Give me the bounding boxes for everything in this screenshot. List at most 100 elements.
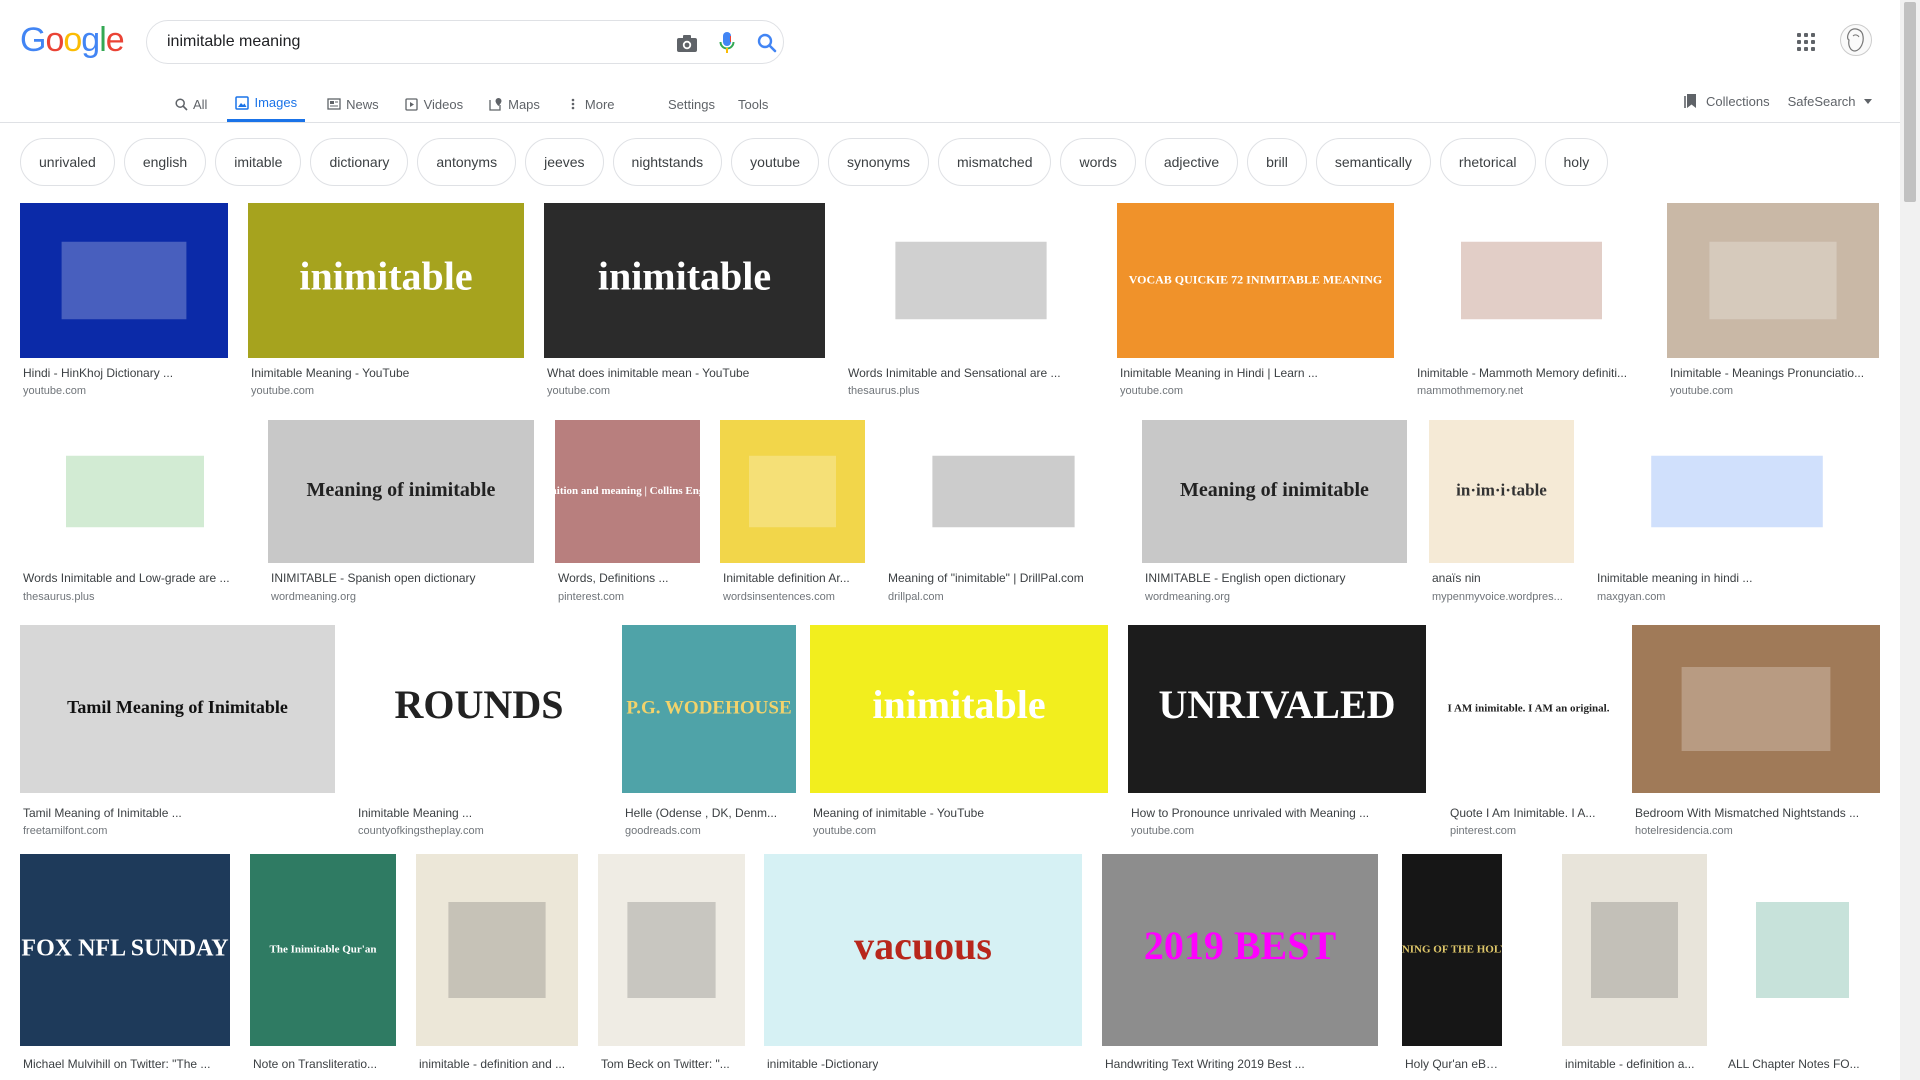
result-caption[interactable]: inimitable - definition a...	[1565, 1057, 1694, 1071]
result-source[interactable]: wordmeaning.org	[1145, 591, 1230, 603]
result-thumbnail[interactable]: inimitable	[248, 203, 524, 358]
result-caption[interactable]: Hindi - HinKhoj Dictionary ...	[23, 366, 173, 380]
chip-words[interactable]: words	[1060, 138, 1136, 186]
safesearch-dropdown[interactable]: SafeSearch	[1788, 94, 1872, 109]
result-thumbnail[interactable]: 2019 BEST	[1102, 854, 1378, 1046]
result-thumbnail[interactable]	[720, 420, 865, 563]
result-caption[interactable]: Handwriting Text Writing 2019 Best ...	[1105, 1057, 1305, 1071]
result-caption[interactable]: Holy Qur'an eBook by ...	[1405, 1057, 1501, 1071]
result-source[interactable]: wordmeaning.org	[271, 591, 356, 603]
chip-synonyms[interactable]: synonyms	[827, 138, 930, 186]
result-source[interactable]: mypenmyvoice.wordpres...	[1432, 591, 1563, 603]
result-caption[interactable]: Inimitable Meaning - YouTube	[251, 366, 409, 380]
result-thumbnail[interactable]	[1667, 203, 1879, 358]
result-thumbnail[interactable]: The Inimitable Qur'an	[250, 854, 396, 1046]
chip-holy[interactable]: holy	[1544, 138, 1609, 186]
result-caption[interactable]: Bedroom With Mismatched Nightstands ...	[1635, 806, 1859, 820]
result-caption[interactable]: Inimitable - Mammoth Memory definiti...	[1417, 366, 1627, 380]
result-thumbnail[interactable]: Meaning of inimitable	[268, 420, 534, 563]
result-caption[interactable]: INIMITABLE - English open dictionary	[1145, 571, 1346, 585]
chip-mismatched[interactable]: mismatched	[938, 138, 1052, 186]
result-caption[interactable]: INIMITABLE - Spanish open dictionary	[271, 571, 476, 585]
scrollbar-thumb[interactable]	[1904, 2, 1916, 202]
result-caption[interactable]: Tamil Meaning of Inimitable ...	[23, 806, 182, 820]
result-source[interactable]: youtube.com	[547, 385, 610, 397]
search-input[interactable]: inimitable meaning	[167, 33, 300, 51]
result-thumbnail[interactable]	[20, 203, 228, 358]
result-caption[interactable]: Inimitable definition Ar...	[723, 571, 850, 585]
result-thumbnail[interactable]: Meaning of inimitable	[1142, 420, 1407, 563]
result-thumbnail[interactable]	[1562, 854, 1707, 1046]
result-thumbnail[interactable]	[1632, 625, 1880, 793]
camera-icon[interactable]	[675, 31, 699, 55]
result-source[interactable]: pinterest.com	[558, 591, 624, 603]
chip-english[interactable]: english	[123, 138, 207, 186]
apps-grid-icon[interactable]	[1794, 30, 1818, 54]
result-source[interactable]: hotelresidencia.com	[1635, 825, 1733, 837]
result-source[interactable]: thesaurus.plus	[23, 591, 95, 603]
result-caption[interactable]: inimitable -Dictionary	[767, 1057, 878, 1071]
result-caption[interactable]: Meaning of "inimitable" | DrillPal.com	[888, 571, 1084, 585]
result-caption[interactable]: Inimitable Meaning ...	[358, 806, 472, 820]
settings-link[interactable]: Settings	[668, 97, 715, 112]
result-caption[interactable]: inimitable - definition and ...	[419, 1057, 565, 1071]
tools-link[interactable]: Tools	[738, 97, 768, 112]
result-caption[interactable]: Inimitable meaning in hindi ...	[1597, 571, 1752, 585]
result-source[interactable]: youtube.com	[23, 385, 86, 397]
result-source[interactable]: drillpal.com	[888, 591, 944, 603]
chip-rhetorical[interactable]: rhetorical	[1439, 138, 1536, 186]
result-thumbnail[interactable]: UNRIVALED	[1128, 625, 1426, 793]
chip-semantically[interactable]: semantically	[1315, 138, 1431, 186]
result-caption[interactable]: Quote I Am Inimitable. I A...	[1450, 806, 1595, 820]
result-caption[interactable]: Words Inimitable and Low-grade are ...	[23, 571, 230, 585]
page-scrollbar[interactable]	[1900, 0, 1920, 1080]
result-thumbnail[interactable]: I AM inimitable. I AM an original.	[1447, 625, 1610, 793]
tab-maps[interactable]: Maps	[481, 86, 548, 122]
result-thumbnail[interactable]: FOX NFL SUNDAY	[20, 854, 230, 1046]
chip-nightstands[interactable]: nightstands	[612, 138, 723, 186]
tab-images[interactable]: Images	[227, 86, 306, 122]
chip-antonyms[interactable]: antonyms	[417, 138, 517, 186]
result-thumbnail[interactable]: P.G. WODEHOUSE	[622, 625, 796, 793]
result-thumbnail[interactable]: in·im·i·table	[1429, 420, 1574, 563]
search-icon[interactable]	[755, 31, 779, 55]
tab-news[interactable]: News	[319, 86, 387, 122]
result-thumbnail[interactable]	[598, 854, 745, 1046]
result-thumbnail[interactable]	[1414, 203, 1649, 358]
result-thumbnail[interactable]: THE MEANING OF THE HOLY QUR'AN	[1402, 854, 1502, 1046]
result-caption[interactable]: ALL Chapter Notes FO...	[1728, 1057, 1860, 1071]
chip-brill[interactable]: brill	[1247, 138, 1307, 186]
result-thumbnail[interactable]	[20, 420, 250, 563]
result-caption[interactable]: Meaning of inimitable - YouTube	[813, 806, 984, 820]
result-thumbnail[interactable]	[1594, 420, 1880, 563]
result-thumbnail[interactable]: VOCAB QUICKIE 72 INIMITABLE MEANING	[1117, 203, 1394, 358]
result-caption[interactable]: What does inimitable mean - YouTube	[547, 366, 749, 380]
chip-youtube[interactable]: youtube	[731, 138, 819, 186]
chip-adjective[interactable]: adjective	[1144, 138, 1239, 186]
result-source[interactable]: mammothmemory.net	[1417, 385, 1523, 397]
result-source[interactable]: wordsinsentences.com	[723, 591, 835, 603]
result-caption[interactable]: Michael Mulvihill on Twitter: "The ...	[23, 1057, 210, 1071]
result-source[interactable]: countyofkingstheplay.com	[358, 825, 484, 837]
result-thumbnail[interactable]	[845, 203, 1097, 358]
collections-button[interactable]: Collections	[1684, 93, 1770, 109]
result-caption[interactable]: Inimitable - Meanings Pronunciatio...	[1670, 366, 1864, 380]
result-caption[interactable]: Tom Beck on Twitter: "...	[601, 1057, 730, 1071]
result-caption[interactable]: Note on Transliteratio...	[253, 1057, 377, 1071]
chip-dictionary[interactable]: dictionary	[310, 138, 409, 186]
result-source[interactable]: freetamilfont.com	[23, 825, 107, 837]
result-thumbnail[interactable]	[1725, 854, 1880, 1046]
result-source[interactable]: youtube.com	[1120, 385, 1183, 397]
result-source[interactable]: youtube.com	[251, 385, 314, 397]
avatar[interactable]	[1840, 24, 1872, 56]
result-source[interactable]: youtube.com	[1670, 385, 1733, 397]
result-source[interactable]: goodreads.com	[625, 825, 701, 837]
result-source[interactable]: pinterest.com	[1450, 825, 1516, 837]
result-caption[interactable]: Inimitable Meaning in Hindi | Learn ...	[1120, 366, 1318, 380]
result-caption[interactable]: anaïs nin	[1432, 571, 1481, 585]
result-thumbnail[interactable]: vacuous	[764, 854, 1082, 1046]
result-thumbnail[interactable]: inimitable	[544, 203, 825, 358]
tab-more[interactable]: More	[558, 86, 623, 122]
tab-videos[interactable]: Videos	[397, 86, 472, 122]
result-thumbnail[interactable]	[416, 854, 578, 1046]
